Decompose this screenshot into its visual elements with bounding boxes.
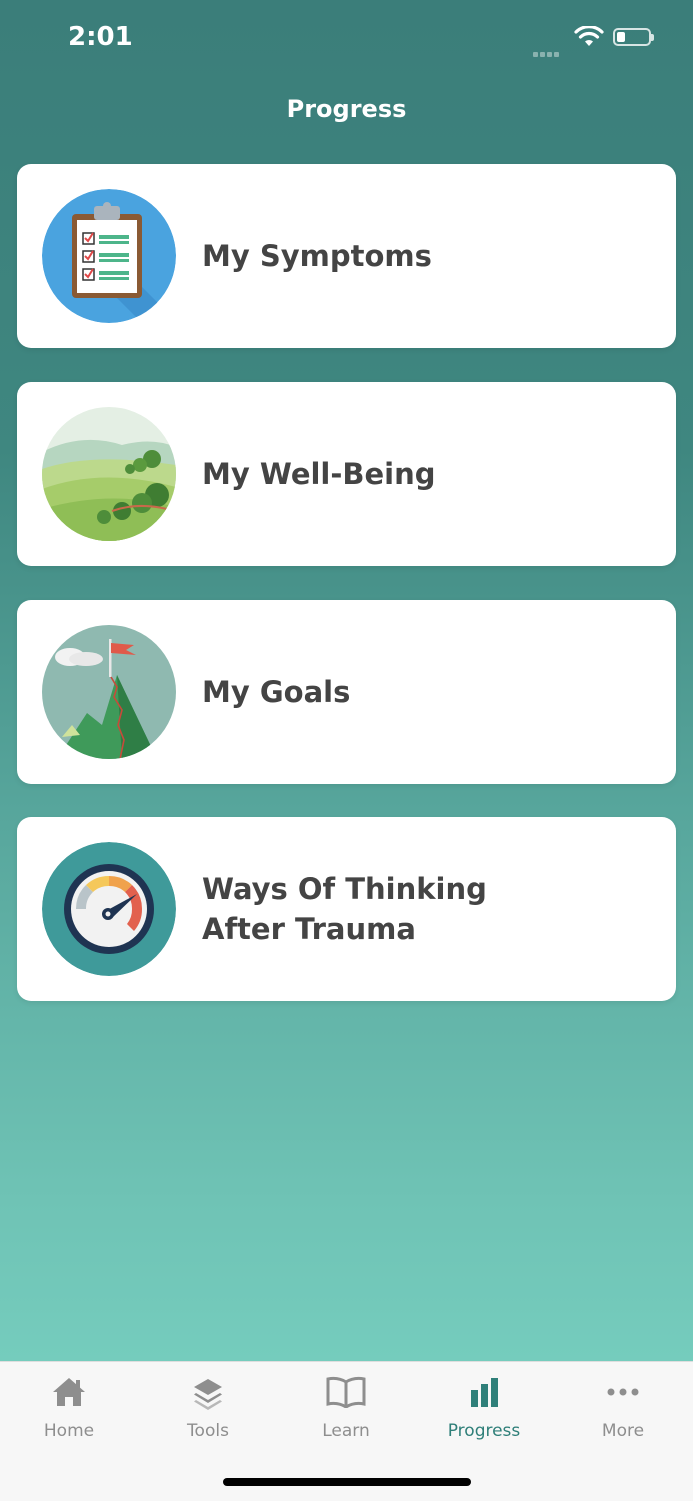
card-my-well-being[interactable]: My Well-Being <box>17 382 676 566</box>
card-label-line: My Symptoms <box>202 239 432 273</box>
card-my-goals[interactable]: My Goals <box>17 600 676 784</box>
cellular-signal-icon <box>533 42 561 61</box>
card-ways-of-thinking-after-trauma[interactable]: Ways Of Thinking After Trauma <box>17 817 676 1001</box>
tab-label: Tools <box>187 1421 229 1441</box>
battery-icon <box>613 28 654 46</box>
tab-more[interactable]: More <box>554 1362 692 1462</box>
card-label: My Goals <box>202 672 622 712</box>
speedometer-gauge-icon <box>42 842 176 976</box>
tab-progress[interactable]: Progress <box>415 1362 553 1462</box>
bar-chart-icon <box>471 1378 498 1407</box>
card-my-symptoms[interactable]: My Symptoms <box>17 164 676 348</box>
landscape-hills-icon <box>42 407 176 541</box>
card-label-line: Ways Of Thinking <box>202 872 487 906</box>
card-label-line: My Goals <box>202 675 351 709</box>
book-icon <box>326 1376 366 1408</box>
tab-label: Home <box>43 1421 95 1441</box>
layers-icon <box>194 1379 222 1410</box>
card-label: My Well-Being <box>202 454 622 494</box>
more-dots-icon <box>607 1388 639 1396</box>
card-label-line: After Trauma <box>202 912 416 946</box>
wifi-icon <box>574 26 604 46</box>
mountain-flag-icon <box>42 625 176 759</box>
tab-label: More <box>601 1421 645 1441</box>
card-label: Ways Of Thinking After Trauma <box>202 869 622 949</box>
status-time: 2:01 <box>68 22 133 52</box>
tab-learn[interactable]: Learn <box>277 1362 415 1462</box>
tab-label: Learn <box>322 1421 370 1441</box>
clipboard-checklist-icon <box>42 189 176 323</box>
status-bar: 2:01 <box>0 0 693 80</box>
card-label-line: My Well-Being <box>202 457 436 491</box>
home-icon <box>53 1378 85 1406</box>
card-label: My Symptoms <box>202 236 622 276</box>
tab-home[interactable]: Home <box>0 1362 138 1462</box>
page-title: Progress <box>286 95 407 123</box>
home-indicator[interactable] <box>223 1478 471 1486</box>
tab-label: Progress <box>447 1421 521 1441</box>
tab-tools[interactable]: Tools <box>139 1362 277 1462</box>
